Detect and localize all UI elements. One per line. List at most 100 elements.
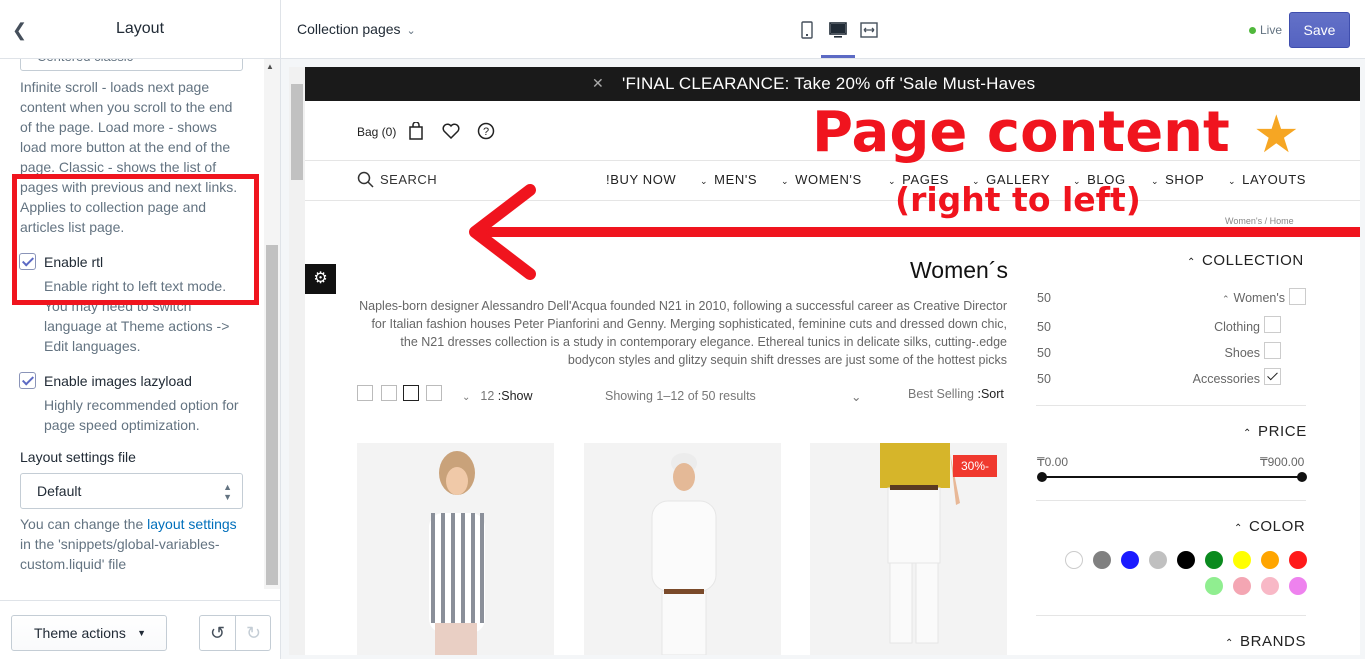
filter-title-label: PRICE <box>1257 423 1307 440</box>
filter-option-clothing[interactable]: Clothing <box>1155 320 1260 334</box>
chevron-down-icon[interactable]: ⌄ <box>851 389 861 404</box>
enable-lazyload-label[interactable]: Enable images lazyload <box>44 371 192 391</box>
preview-scrollbar-thumb[interactable] <box>291 84 303 180</box>
filter-option-label: Women's <box>1233 291 1285 305</box>
filter-checkbox[interactable] <box>1264 316 1281 333</box>
help-icon[interactable]: ? <box>477 122 495 140</box>
price-filter-title[interactable]: ⌃ PRICE <box>1243 423 1307 440</box>
price-min-handle[interactable] <box>1037 472 1047 482</box>
filter-checkbox-checked[interactable] <box>1264 368 1281 385</box>
undo-redo-group: ↺ ↻ <box>199 615 271 651</box>
color-swatch[interactable] <box>1233 577 1251 595</box>
active-view-indicator <box>821 55 855 58</box>
product-image <box>429 451 485 655</box>
enable-lazyload-help: Highly recommended option for page speed… <box>44 397 239 433</box>
shopping-bag-icon[interactable] <box>408 122 424 140</box>
bag-label[interactable]: Bag (0) <box>357 125 396 139</box>
color-filter-title[interactable]: ⌃ COLOR <box>1234 518 1305 535</box>
collection-description: Naples-born designer Alessandro Dell'Acq… <box>359 299 1007 367</box>
price-max-handle[interactable] <box>1297 472 1307 482</box>
announcement-bar: ✕ 'FINAL CLEARANCE: Take 20% off 'Sale M… <box>305 67 1360 101</box>
color-swatch[interactable] <box>1289 551 1307 569</box>
panel-footer: Theme actions ▼ ↺ ↻ <box>0 600 280 659</box>
layout-file-select[interactable]: Default ▲ ▼ <box>20 473 243 509</box>
filter-checkbox[interactable] <box>1289 288 1306 305</box>
results-count: Showing 1–12 of 50 results <box>605 389 756 403</box>
gears-icon[interactable]: ⚙ <box>305 264 336 294</box>
product-card[interactable] <box>357 443 554 655</box>
pagination-style-select[interactable]: Centered classic <box>20 59 243 71</box>
sort-value: Best Selling <box>908 387 975 401</box>
layout-settings-link[interactable]: layout settings <box>147 516 237 532</box>
show-count: 12 <box>480 389 495 403</box>
storefront-preview: ✕ 'FINAL CLEARANCE: Take 20% off 'Sale M… <box>305 67 1360 655</box>
layout-note-prefix: You can change the <box>20 516 144 532</box>
color-swatch[interactable] <box>1261 577 1279 595</box>
filter-checkbox[interactable] <box>1264 342 1281 359</box>
grid-5-view-icon[interactable] <box>381 385 397 401</box>
filter-count: 50 <box>1037 372 1051 386</box>
brands-filter-title[interactable]: ⌃ BRANDS <box>1225 633 1306 650</box>
chevron-up-icon: ⌃ <box>1225 638 1234 649</box>
grid-2-view-icon[interactable] <box>426 385 442 401</box>
chevron-down-icon: ⌄ <box>462 392 471 403</box>
product-image <box>651 453 717 655</box>
price-max: ₸900.00 <box>1260 455 1305 469</box>
search-trigger[interactable]: SEARCH <box>357 171 437 188</box>
filter-option-shoes[interactable]: Shoes <box>1155 346 1260 360</box>
color-swatch[interactable] <box>1205 577 1223 595</box>
page-type-label: Collection pages <box>297 21 401 37</box>
show-select[interactable]: ⌄ 12 :Show <box>462 389 533 403</box>
list-view-icon[interactable] <box>357 385 373 401</box>
chevron-up-icon: ⌃ <box>1234 523 1243 534</box>
color-swatch[interactable] <box>1261 551 1279 569</box>
product-card[interactable] <box>584 443 781 655</box>
page-type-selector[interactable]: Collection pages ⌄ <box>297 21 416 37</box>
settings-scroll-area: Centered classic Infinite scroll - loads… <box>0 59 280 589</box>
color-swatch[interactable] <box>1149 551 1167 569</box>
grid-4-view-icon[interactable] <box>403 385 419 401</box>
scroll-up-arrow-icon[interactable]: ▲ <box>266 62 274 71</box>
sort-select[interactable]: Best Selling :Sort <box>908 387 1004 401</box>
filter-count: 50 <box>1037 346 1051 360</box>
color-swatch[interactable] <box>1289 577 1307 595</box>
price-min: ₸0.00 <box>1037 455 1068 469</box>
rtl-highlight-box <box>12 174 259 305</box>
filter-count: 50 <box>1037 291 1051 305</box>
full-width-view-icon[interactable] <box>859 20 879 40</box>
annotation-title: Page content <box>812 100 1230 165</box>
sort-label: :Sort <box>977 387 1004 401</box>
theme-actions-button[interactable]: Theme actions ▼ <box>11 615 167 651</box>
star-icon: ★ <box>1253 106 1300 164</box>
layout-file-value: Default <box>37 483 82 499</box>
filter-title-label: COLOR <box>1248 518 1306 535</box>
color-swatch[interactable] <box>1121 551 1139 569</box>
close-icon[interactable]: ✕ <box>592 75 604 92</box>
filter-option-accessories[interactable]: Accessories <box>1155 372 1260 386</box>
settings-scrollbar-thumb[interactable] <box>266 245 278 585</box>
price-range-track[interactable] <box>1041 476 1301 478</box>
desktop-view-icon[interactable] <box>828 20 848 40</box>
color-swatch[interactable] <box>1177 551 1195 569</box>
select-arrows-icon: ▲ ▼ <box>223 482 232 502</box>
filter-divider <box>1036 500 1306 501</box>
heart-icon[interactable] <box>442 123 460 139</box>
filter-divider <box>1036 405 1306 406</box>
save-button[interactable]: Save <box>1289 12 1350 48</box>
color-swatch[interactable] <box>1233 551 1251 569</box>
filter-option-womens[interactable]: ⌃ Women's <box>1175 291 1285 305</box>
caret-down-icon: ▼ <box>137 628 146 638</box>
color-swatch[interactable] <box>1205 551 1223 569</box>
panel-title: Layout <box>115 20 165 37</box>
mobile-view-icon[interactable] <box>797 20 817 40</box>
color-swatch[interactable] <box>1065 551 1083 569</box>
filter-title-label: BRANDS <box>1239 633 1307 650</box>
layout-note-suffix: in the 'snippets/global-variables-custom… <box>20 536 220 572</box>
enable-lazyload-checkbox[interactable] <box>19 372 36 389</box>
undo-icon[interactable]: ↺ <box>200 616 235 650</box>
theme-settings-panel: ❮ Layout Centered classic Infinite scrol… <box>0 0 281 659</box>
color-swatch[interactable] <box>1093 551 1111 569</box>
rtl-arrow-icon <box>469 184 1360 280</box>
redo-icon[interactable]: ↻ <box>236 616 271 650</box>
search-label: SEARCH <box>380 172 438 187</box>
